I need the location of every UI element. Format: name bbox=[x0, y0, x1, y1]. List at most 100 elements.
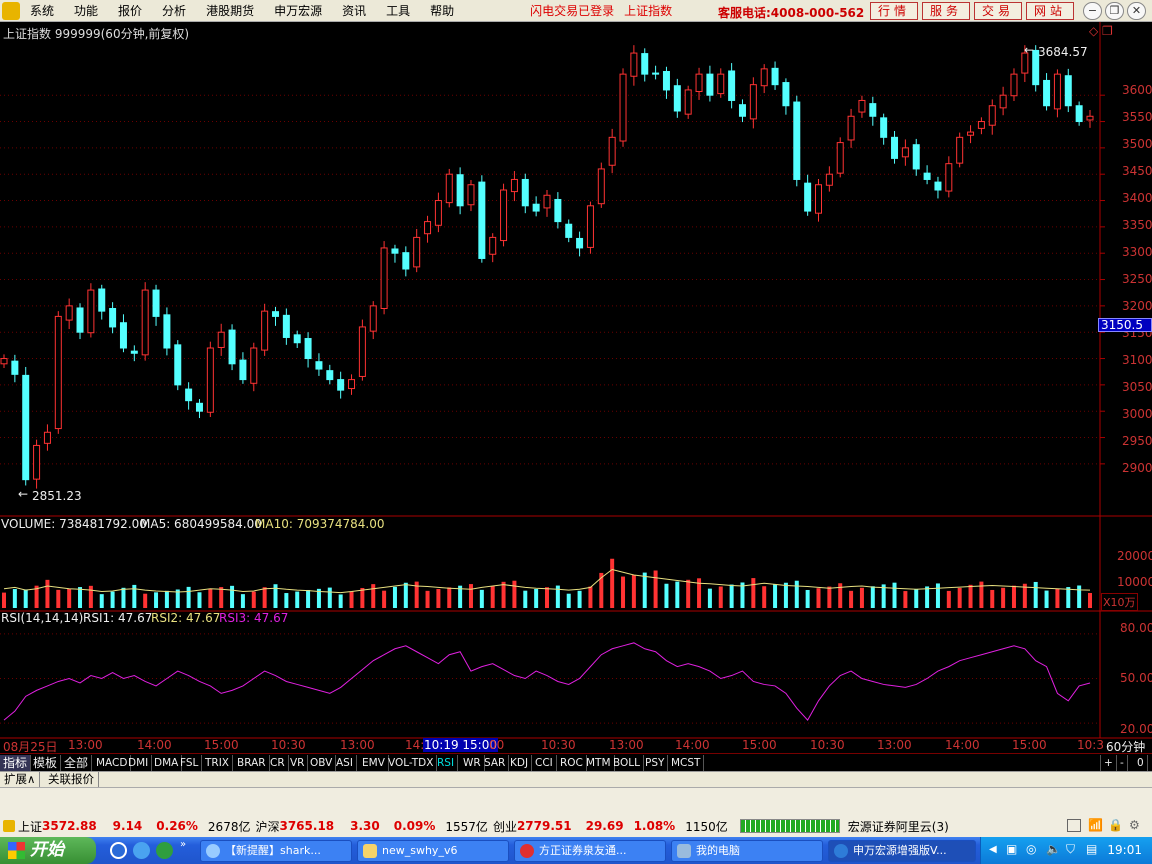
tray-icon-2[interactable]: ◎ bbox=[1026, 842, 1036, 856]
candle-body bbox=[11, 360, 19, 375]
zoom-in-button[interactable]: + bbox=[1100, 755, 1117, 771]
candle-body bbox=[369, 305, 377, 332]
close-icon[interactable]: ✕ bbox=[1127, 2, 1146, 20]
x-label: 14:00 bbox=[137, 738, 172, 752]
index-quotes: 上证 3572.88 9.14 0.26% 2678亿 沪深 3765.18 3.30… bbox=[0, 816, 1152, 836]
candle-body bbox=[717, 73, 725, 95]
candle-body bbox=[728, 70, 736, 101]
taskbar-item-mycomputer[interactable]: 我的电脑 bbox=[671, 840, 823, 862]
minimize-icon[interactable]: − bbox=[1083, 2, 1102, 20]
tab-psy[interactable]: PSY bbox=[642, 755, 669, 771]
candle-body bbox=[999, 94, 1007, 109]
browser-icon[interactable] bbox=[133, 842, 150, 859]
candle-body bbox=[793, 101, 801, 180]
menu-quote[interactable]: 报价 bbox=[108, 0, 152, 22]
window-icon[interactable] bbox=[1067, 819, 1081, 832]
tab-sar[interactable]: SAR bbox=[481, 755, 510, 771]
tab-rsi[interactable]: RSI bbox=[434, 755, 459, 771]
candle-body bbox=[489, 236, 497, 255]
tab-brar[interactable]: BRAR bbox=[234, 755, 270, 771]
candle-body bbox=[358, 326, 366, 377]
menu-hk-futures[interactable]: 港股期货 bbox=[196, 0, 264, 22]
tab-all[interactable]: 全部 bbox=[61, 755, 93, 771]
menu-tools[interactable]: 工具 bbox=[376, 0, 420, 22]
tab-dmi[interactable]: DMI bbox=[125, 755, 153, 771]
trade-button[interactable]: 交易 bbox=[974, 2, 1022, 20]
volume-label: VOLUME: 738481792.00 bbox=[1, 517, 147, 531]
taskbar-item-newtip[interactable]: 【新提醒】shark... bbox=[200, 840, 352, 862]
candle-body bbox=[858, 99, 866, 113]
volume-icon[interactable]: 🔈 bbox=[1046, 842, 1061, 856]
hs-index-name[interactable]: 沪深 bbox=[255, 818, 279, 835]
taskbar-item-folder[interactable]: new_swhy_v6 bbox=[357, 840, 509, 862]
sh-index-name[interactable]: 上证 bbox=[18, 818, 42, 835]
zoom-out-button[interactable]: - bbox=[1117, 755, 1128, 771]
menu-analysis[interactable]: 分析 bbox=[152, 0, 196, 22]
zoom-reset-button[interactable]: 0 bbox=[1134, 755, 1148, 771]
tab-vr[interactable]: VR bbox=[287, 755, 309, 771]
tab-expand[interactable]: 扩展∧ bbox=[0, 772, 41, 787]
cy-index-name[interactable]: 创业 bbox=[493, 818, 517, 835]
lock-icon[interactable]: 🔒 bbox=[1108, 818, 1123, 832]
tab-boll[interactable]: BOLL bbox=[610, 755, 644, 771]
start-button[interactable]: 开始 bbox=[0, 837, 96, 864]
chart-area[interactable]: 上证指数 999999(60分钟,前复权) ◇ ❐ 3684.57 ← 2851… bbox=[0, 22, 1152, 768]
menu-function[interactable]: 功能 bbox=[64, 0, 108, 22]
tab-cr[interactable]: CR bbox=[267, 755, 289, 771]
tab-fsl[interactable]: FSL bbox=[177, 755, 203, 771]
ie-icon[interactable] bbox=[110, 842, 127, 859]
candle-body bbox=[174, 344, 182, 386]
taskbar-item-swhy[interactable]: 申万宏源增强版V... bbox=[828, 840, 976, 862]
volume-unit: X10万 bbox=[1101, 593, 1138, 611]
website-button[interactable]: 网站 bbox=[1026, 2, 1074, 20]
tab-cci[interactable]: CCI bbox=[532, 755, 557, 771]
candle-body bbox=[98, 288, 106, 312]
candle-body bbox=[554, 198, 562, 223]
market-button[interactable]: 行情 bbox=[870, 2, 918, 20]
tab-mcst[interactable]: MCST bbox=[668, 755, 705, 771]
server-label[interactable]: 宏源证券阿里云(3) bbox=[848, 818, 949, 835]
service-button[interactable]: 服务 bbox=[922, 2, 970, 20]
tab-indicator[interactable]: 指标 bbox=[0, 755, 32, 771]
ma10-label: MA10: 709374784.00 bbox=[255, 517, 385, 531]
tab-asi[interactable]: ASI bbox=[333, 755, 357, 771]
candle-body bbox=[33, 444, 41, 480]
menu-system[interactable]: 系统 bbox=[20, 0, 64, 22]
windows-taskbar: 开始 » 【新提醒】shark... new_swhy_v6 方正证券泉友通..… bbox=[0, 837, 1152, 864]
candle-body bbox=[749, 84, 757, 120]
candle-body bbox=[532, 203, 540, 212]
chrome-icon[interactable] bbox=[156, 842, 173, 859]
network-icon[interactable]: ▤ bbox=[1086, 842, 1097, 856]
menu-swhy[interactable]: 申万宏源 bbox=[264, 0, 332, 22]
tab-trix[interactable]: TRIX bbox=[202, 755, 233, 771]
market-breadth-bar bbox=[739, 819, 840, 833]
price-tick: 3500 bbox=[1122, 137, 1152, 151]
volume-ma-line bbox=[3, 568, 1091, 594]
candle-body bbox=[185, 388, 193, 402]
restore-icon[interactable]: ❐ bbox=[1105, 2, 1124, 20]
candle-body bbox=[673, 85, 681, 112]
price-tick: 3000 bbox=[1122, 407, 1152, 421]
settings-icon[interactable]: ⚙ bbox=[1129, 818, 1140, 832]
taskbar-item-fangzheng[interactable]: 方正证券泉友通... bbox=[514, 840, 666, 862]
chevron-icon[interactable]: » bbox=[180, 839, 186, 850]
candle-body bbox=[391, 248, 399, 254]
high-arrow-icon: ← bbox=[1024, 43, 1035, 57]
price-tick: 2900 bbox=[1122, 461, 1152, 475]
chart-title: 上证指数 999999(60分钟,前复权) bbox=[3, 27, 190, 41]
tab-vol-tdx[interactable]: VOL-TDX bbox=[385, 755, 438, 771]
tray-icon-1[interactable]: ▣ bbox=[1006, 842, 1017, 856]
candle-body bbox=[597, 168, 605, 205]
x-label: 15:00 bbox=[742, 738, 777, 752]
tray-expand-icon[interactable]: ◀ bbox=[989, 844, 997, 855]
menu-info[interactable]: 资讯 bbox=[332, 0, 376, 22]
tab-obv[interactable]: OBV bbox=[307, 755, 337, 771]
tab-related-quote[interactable]: 关联报价 bbox=[44, 772, 99, 787]
candle-body bbox=[608, 136, 616, 166]
shield-icon[interactable]: ⛉ bbox=[1066, 842, 1075, 857]
kline-chart[interactable] bbox=[0, 22, 1152, 753]
tab-kdj[interactable]: KDJ bbox=[507, 755, 533, 771]
menu-help[interactable]: 帮助 bbox=[420, 0, 464, 22]
candle-body bbox=[1086, 115, 1094, 121]
tab-template[interactable]: 模板 bbox=[30, 755, 62, 771]
